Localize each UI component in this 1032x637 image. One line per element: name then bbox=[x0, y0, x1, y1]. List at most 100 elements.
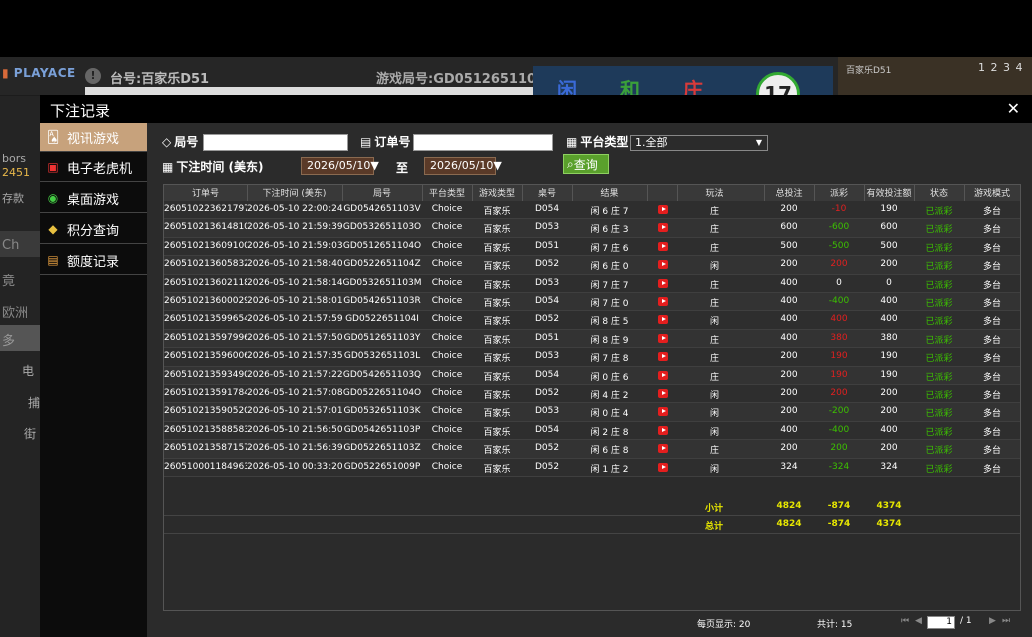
first-page-button[interactable]: ⏮ bbox=[901, 616, 909, 626]
sidebar-item-jing[interactable]: 竟 bbox=[2, 270, 15, 289]
table-row[interactable]: 260510213597996 2026-05-10 21:57:50 GD0512… bbox=[164, 329, 1020, 349]
query-button-label: 查询 bbox=[573, 157, 598, 172]
table-cell: 已派彩 bbox=[925, 225, 953, 236]
round-input[interactable] bbox=[203, 134, 348, 151]
sidebar-item-street[interactable]: 街 bbox=[24, 425, 36, 442]
video-replay-icon[interactable] bbox=[658, 278, 668, 288]
video-replay-icon[interactable] bbox=[658, 315, 668, 325]
table-cell: 多台 bbox=[982, 354, 1001, 365]
table-row[interactable]: 260510213605832 2026-05-10 21:58:40 GD0522… bbox=[164, 256, 1020, 275]
table-cell: Choice bbox=[431, 314, 463, 325]
table-cell: 260510213614810 bbox=[164, 222, 247, 233]
table-row[interactable]: 260510001184963 2026-05-10 00:33:20 GD0522… bbox=[164, 458, 1020, 477]
table-row[interactable]: 260510213593490 2026-05-10 21:57:22 GD0542… bbox=[164, 366, 1020, 385]
table-row[interactable]: 260510213596006 2026-05-10 21:57:35 GD0532… bbox=[164, 348, 1020, 367]
table-cell: 百家乐 bbox=[483, 243, 511, 254]
sidebar-item-multi[interactable]: 多 bbox=[2, 330, 15, 349]
table-cell: 2026-05-10 21:57:22 bbox=[247, 369, 342, 380]
page-total-text: / 1 bbox=[960, 616, 972, 626]
video-replay-icon[interactable] bbox=[658, 297, 668, 306]
table-row[interactable]: 260510213590520 2026-05-10 21:57:01 GD0532… bbox=[164, 403, 1020, 422]
video-replay-icon[interactable] bbox=[658, 223, 668, 233]
table-cell: 百家乐 bbox=[483, 427, 511, 438]
query-button[interactable]: ⌕ 查询 bbox=[563, 154, 609, 174]
table-row[interactable]: 260510213600029 2026-05-10 21:58:01 GD0542… bbox=[164, 293, 1020, 312]
table-cell: 已派彩 bbox=[925, 464, 953, 475]
logo-text: PLAYACE bbox=[13, 66, 76, 80]
table-cell: 闲 1 庄 2 bbox=[590, 464, 629, 475]
sidebar-item-europe[interactable]: 欧洲 bbox=[2, 302, 28, 321]
table-cell: 260510001184963 bbox=[164, 461, 247, 472]
table-cell: Choice bbox=[431, 406, 463, 417]
table-cell: 200 bbox=[780, 369, 798, 380]
prev-page-button[interactable]: ◀ bbox=[915, 616, 922, 626]
sidebar-item-ch[interactable]: Ch bbox=[2, 238, 19, 253]
video-replay-icon[interactable] bbox=[658, 260, 668, 270]
table-cell: -400 bbox=[828, 424, 850, 435]
video-replay-icon[interactable] bbox=[658, 389, 668, 398]
table-cell: 190 bbox=[830, 369, 848, 380]
menu-item-credit[interactable]: ▤ 额度记录 bbox=[40, 246, 147, 275]
table-cell: GD0542651103Q bbox=[342, 369, 422, 380]
table-cell: 庄 bbox=[709, 243, 719, 254]
table-cell: 2026-05-10 21:58:40 bbox=[247, 259, 342, 270]
video-replay-icon[interactable] bbox=[658, 407, 668, 417]
table-row[interactable]: 260510213599654 2026-05-10 21:57:59 GD0522… bbox=[164, 311, 1020, 330]
column-divider bbox=[422, 185, 423, 201]
video-replay-icon[interactable] bbox=[658, 444, 668, 454]
video-replay-icon[interactable] bbox=[658, 333, 668, 343]
bet-records-modal: 下注记录 ✕ 🂡 视讯游戏 ▣ 电子老虎机 ◉ 桌面游戏 ◆ 积分查询 ▤ 额度… bbox=[40, 95, 1032, 637]
menu-item-slots[interactable]: ▣ 电子老虎机 bbox=[40, 153, 147, 182]
close-icon[interactable]: ✕ bbox=[1007, 99, 1020, 118]
table-cell: 200 bbox=[780, 443, 798, 454]
screen: ▮ PLAYACE ! 台号:百家乐D51 游戏局号:GD05126511043… bbox=[0, 0, 1032, 637]
table-row[interactable]: 260510213587157 2026-05-10 21:56:39 GD0522… bbox=[164, 440, 1020, 459]
menu-item-live-games[interactable]: 🂡 视讯游戏 bbox=[40, 123, 147, 152]
table-cell: 百家乐 bbox=[483, 335, 511, 346]
column-divider bbox=[677, 185, 678, 201]
order-input[interactable] bbox=[413, 134, 553, 151]
table-row[interactable]: 260510213591784 2026-05-10 21:57:08 GD0522… bbox=[164, 385, 1020, 404]
video-replay-icon[interactable] bbox=[658, 425, 668, 435]
sidebar-deposit[interactable]: 存款 bbox=[2, 190, 24, 206]
column-header: 订单号 bbox=[191, 189, 219, 199]
table-cell: 已派彩 bbox=[925, 299, 953, 309]
slot-icon: ▣ bbox=[47, 160, 59, 174]
table-row[interactable]: 260510213614810 2026-05-10 21:59:39 GD0532… bbox=[164, 219, 1020, 238]
sidebar-item-electronic[interactable]: 电 bbox=[22, 362, 34, 379]
table-row[interactable]: 260510213609100 2026-05-10 21:59:03 GD0512… bbox=[164, 237, 1020, 257]
platform-select[interactable]: 1.全部 ▼ bbox=[630, 135, 768, 151]
menu-item-table-games[interactable]: ◉ 桌面游戏 bbox=[40, 184, 147, 213]
next-page-button[interactable]: ▶ bbox=[989, 616, 996, 626]
table-row[interactable]: 260510213602118 2026-05-10 21:58:14 GD0532… bbox=[164, 274, 1020, 293]
video-replay-icon[interactable] bbox=[658, 205, 668, 214]
table-cell: 260510213587157 bbox=[164, 443, 247, 454]
info-icon[interactable]: ! bbox=[85, 68, 101, 84]
table-cell: 0 bbox=[886, 277, 892, 288]
table-cell: 260510213588583 bbox=[164, 424, 247, 435]
table-cell: 400 bbox=[880, 296, 898, 306]
column-header: 平台类型 bbox=[428, 189, 465, 199]
table-cell: 闲 bbox=[709, 391, 719, 401]
video-replay-icon[interactable] bbox=[658, 241, 668, 251]
table-cell: 2026-05-10 21:56:39 bbox=[247, 443, 342, 454]
page-number-input[interactable]: 1 bbox=[927, 616, 955, 629]
video-replay-icon[interactable] bbox=[658, 352, 668, 362]
table-cell: 260510213591784 bbox=[164, 388, 247, 398]
table-row[interactable]: 260510223621797 2026-05-10 22:00:24 GD0542… bbox=[164, 201, 1020, 220]
table-cell: 380 bbox=[880, 332, 898, 343]
menu-item-points[interactable]: ◆ 积分查询 bbox=[40, 215, 147, 244]
table-cell: 200 bbox=[830, 443, 848, 454]
table-cell: GD0512651103Y bbox=[343, 332, 421, 343]
table-cell: D052 bbox=[534, 259, 560, 270]
date-from-picker[interactable]: 2026/05/10▼ bbox=[301, 157, 379, 175]
video-replay-icon[interactable] bbox=[658, 462, 668, 472]
video-replay-icon[interactable] bbox=[658, 370, 668, 380]
last-page-button[interactable]: ⏭ bbox=[1002, 616, 1010, 626]
table-cell: 200 bbox=[780, 351, 798, 362]
date-to-picker[interactable]: 2026/05/10▼ bbox=[424, 157, 502, 175]
chips-icon: ◉ bbox=[47, 191, 59, 205]
table-cell: GD0522651104I bbox=[345, 314, 419, 325]
sidebar-item-fishing[interactable]: 捕 bbox=[28, 394, 40, 411]
table-row[interactable]: 260510213588583 2026-05-10 21:56:50 GD0542… bbox=[164, 421, 1020, 441]
